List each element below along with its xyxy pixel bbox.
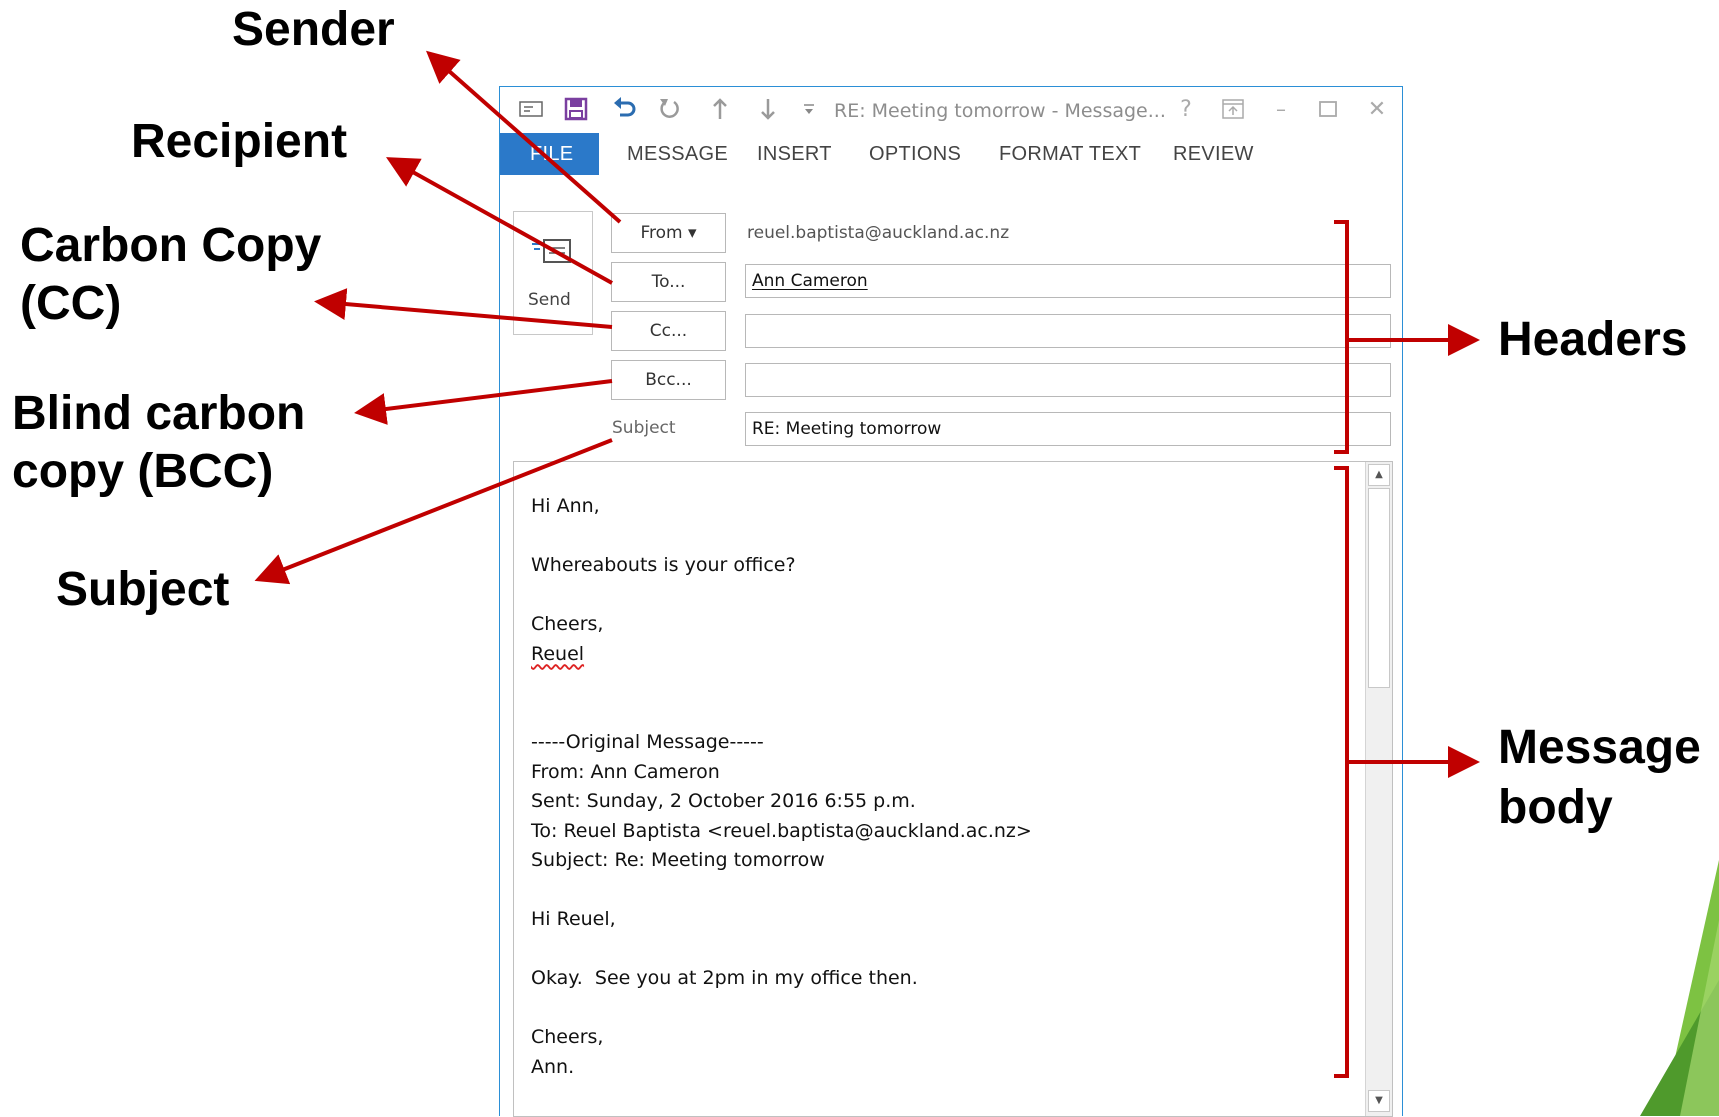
body-bracket [1334, 466, 1349, 1078]
cc-arrow [314, 288, 613, 329]
bcc-arrow [354, 379, 613, 425]
headers-bracket [1334, 220, 1349, 454]
recipient-arrow [386, 157, 613, 285]
annotation-overlay [254, 50, 1719, 1116]
subject-arrow [254, 438, 613, 585]
slide-decoration [1640, 860, 1719, 1116]
